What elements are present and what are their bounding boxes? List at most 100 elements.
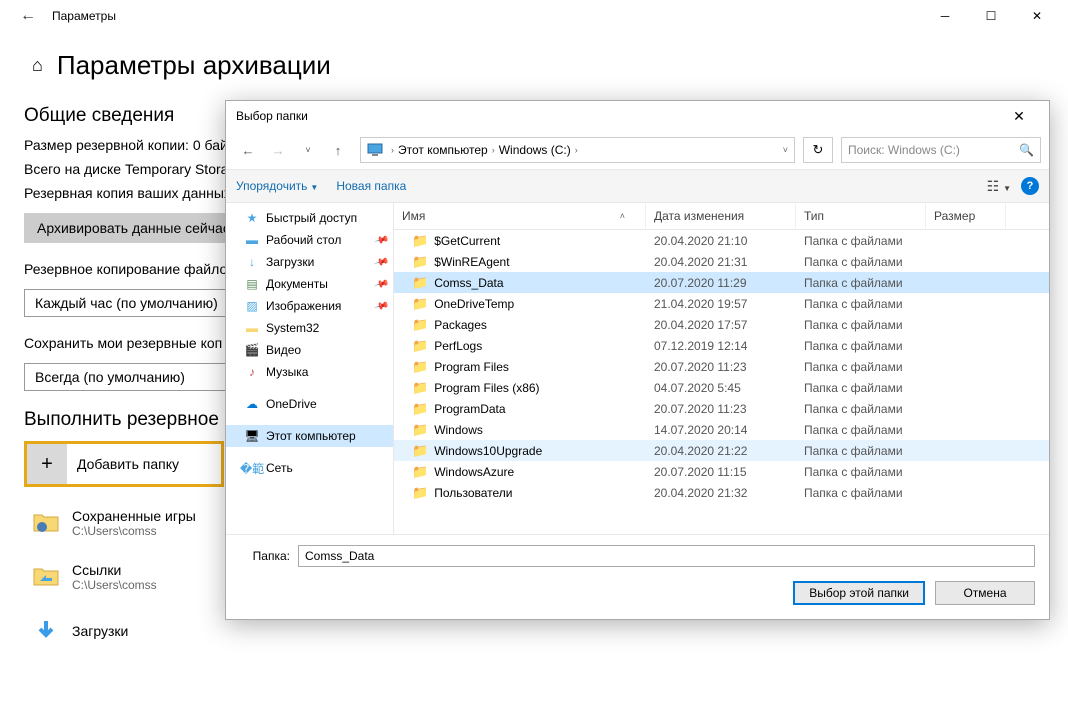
breadcrumb-dropdown-icon[interactable]: ˅: [783, 145, 788, 155]
folder-icon: 📁: [412, 317, 428, 333]
tree-music[interactable]: ♪Музыка: [226, 361, 393, 383]
file-name: PerfLogs: [434, 339, 482, 353]
file-row[interactable]: 📁$WinREAgent20.04.2020 21:31Папка с файл…: [394, 251, 1049, 272]
pc-icon: 🖥: [244, 428, 260, 444]
back-button[interactable]: ←: [8, 7, 48, 25]
nav-recent-button[interactable]: ˅: [294, 138, 322, 162]
pin-icon: 📌: [373, 276, 389, 292]
file-type: Папка с файлами: [796, 339, 926, 353]
cancel-button[interactable]: Отмена: [935, 581, 1035, 605]
search-icon: 🔍: [1019, 143, 1034, 157]
folder-path: C:\Users\comss: [72, 524, 196, 538]
file-name: Пользователи: [434, 486, 512, 500]
folder-name: Ссылки: [72, 562, 157, 578]
pc-icon: [367, 143, 383, 157]
documents-icon: ▤: [244, 276, 260, 292]
tree-desktop[interactable]: ▬Рабочий стол📌: [226, 229, 393, 251]
file-type: Папка с файлами: [796, 381, 926, 395]
column-date[interactable]: Дата изменения: [646, 203, 796, 229]
file-row[interactable]: 📁Comss_Data20.07.2020 11:29Папка с файла…: [394, 272, 1049, 293]
file-type: Папка с файлами: [796, 276, 926, 290]
file-type: Папка с файлами: [796, 297, 926, 311]
column-type[interactable]: Тип: [796, 203, 926, 229]
tree-quick-access[interactable]: ★Быстрый доступ: [226, 207, 393, 229]
pictures-icon: ▨: [244, 298, 260, 314]
new-folder-button[interactable]: Новая папка: [336, 179, 406, 193]
file-row[interactable]: 📁WindowsAzure20.07.2020 11:15Папка с фай…: [394, 461, 1049, 482]
refresh-button[interactable]: ↻: [803, 137, 833, 163]
file-name: OneDriveTemp: [434, 297, 514, 311]
onedrive-icon: ☁: [244, 396, 260, 412]
file-type: Папка с файлами: [796, 486, 926, 500]
organize-menu[interactable]: Упорядочить▼: [236, 179, 318, 193]
nav-forward-button[interactable]: →: [264, 138, 292, 162]
file-name: ProgramData: [434, 402, 505, 416]
file-name: $WinREAgent: [434, 255, 509, 269]
tree-system32[interactable]: ▬System32: [226, 317, 393, 339]
maximize-button[interactable]: ☐: [968, 0, 1014, 32]
breadcrumb-drive[interactable]: Windows (C:): [499, 143, 571, 157]
file-type: Папка с файлами: [796, 465, 926, 479]
network-icon: �範: [244, 460, 260, 476]
tree-pictures[interactable]: ▨Изображения📌: [226, 295, 393, 317]
nav-up-button[interactable]: ↑: [324, 138, 352, 162]
file-row[interactable]: 📁Packages20.04.2020 17:57Папка с файлами: [394, 314, 1049, 335]
file-type: Папка с файлами: [796, 234, 926, 248]
close-button[interactable]: ✕: [1014, 0, 1060, 32]
column-name[interactable]: Имя˄: [394, 203, 646, 229]
select-folder-button[interactable]: Выбор этой папки: [793, 581, 925, 605]
file-row[interactable]: 📁OneDriveTemp21.04.2020 19:57Папка с фай…: [394, 293, 1049, 314]
file-date: 20.04.2020 21:10: [646, 234, 796, 248]
search-input[interactable]: Поиск: Windows (C:) 🔍: [841, 137, 1041, 163]
breadcrumb-pc[interactable]: Этот компьютер: [398, 143, 488, 157]
breadcrumb[interactable]: › Этот компьютер › Windows (C:) › ˅: [360, 137, 795, 163]
folder-icon: 📁: [412, 380, 428, 396]
tree-documents[interactable]: ▤Документы📌: [226, 273, 393, 295]
keep-dropdown[interactable]: Всегда (по умолчанию) ∨: [24, 363, 254, 391]
downloads-icon: [28, 613, 64, 649]
tree-video[interactable]: 🎬Видео: [226, 339, 393, 361]
search-placeholder: Поиск: Windows (C:): [848, 143, 960, 157]
file-date: 20.04.2020 17:57: [646, 318, 796, 332]
keep-value: Всегда (по умолчанию): [35, 369, 185, 385]
file-date: 07.12.2019 12:14: [646, 339, 796, 353]
file-row[interactable]: 📁Program Files20.07.2020 11:23Папка с фа…: [394, 356, 1049, 377]
folder-icon: 📁: [412, 275, 428, 291]
sort-asc-icon: ˄: [620, 211, 637, 221]
backup-now-button[interactable]: Архивировать данные сейчас: [24, 213, 243, 243]
file-name: Packages: [434, 318, 487, 332]
file-row[interactable]: 📁Windows10Upgrade20.04.2020 21:22Папка с…: [394, 440, 1049, 461]
add-folder-button[interactable]: + Добавить папку: [24, 441, 224, 487]
file-name: $GetCurrent: [434, 234, 500, 248]
folder-field-input[interactable]: [298, 545, 1035, 567]
frequency-dropdown[interactable]: Каждый час (по умолчанию) ∨: [24, 289, 254, 317]
home-icon[interactable]: ⌂: [32, 55, 43, 76]
folder-icon: 📁: [412, 485, 428, 501]
star-icon: ★: [244, 210, 260, 226]
tree-downloads[interactable]: ↓Загрузки📌: [226, 251, 393, 273]
file-name: Windows10Upgrade: [434, 444, 542, 458]
tree-onedrive[interactable]: ☁OneDrive: [226, 393, 393, 415]
window-title: Параметры: [52, 9, 116, 23]
folder-icon: 📁: [412, 443, 428, 459]
file-row[interactable]: 📁Program Files (x86)04.07.2020 5:45Папка…: [394, 377, 1049, 398]
file-list: Имя˄ Дата изменения Тип Размер 📁 $GetCurr…: [394, 203, 1049, 534]
column-size[interactable]: Размер: [926, 203, 1006, 229]
folder-field-label: Папка:: [240, 549, 290, 563]
minimize-button[interactable]: ─: [922, 0, 968, 32]
file-row[interactable]: 📁Windows14.07.2020 20:14Папка с файлами: [394, 419, 1049, 440]
nav-back-button[interactable]: ←: [234, 138, 262, 162]
file-row[interactable]: 📁$GetCurrent20.04.2020 21:10Папка с файл…: [394, 230, 1049, 251]
file-row[interactable]: 📁Пользователи20.04.2020 21:32Папка с фай…: [394, 482, 1049, 503]
view-options-button[interactable]: ☷ ▼: [987, 178, 1011, 195]
tree-network[interactable]: �範Сеть: [226, 457, 393, 479]
file-row[interactable]: 📁ProgramData20.07.2020 11:23Папка с файл…: [394, 398, 1049, 419]
file-date: 20.07.2020 11:15: [646, 465, 796, 479]
tree-this-pc[interactable]: 🖥Этот компьютер: [226, 425, 393, 447]
help-icon[interactable]: ?: [1021, 177, 1039, 195]
file-date: 20.07.2020 11:23: [646, 402, 796, 416]
dialog-close-button[interactable]: ✕: [999, 108, 1039, 125]
file-type: Папка с файлами: [796, 360, 926, 374]
folder-icon: 📁: [412, 464, 428, 480]
file-row[interactable]: 📁PerfLogs07.12.2019 12:14Папка с файлами: [394, 335, 1049, 356]
